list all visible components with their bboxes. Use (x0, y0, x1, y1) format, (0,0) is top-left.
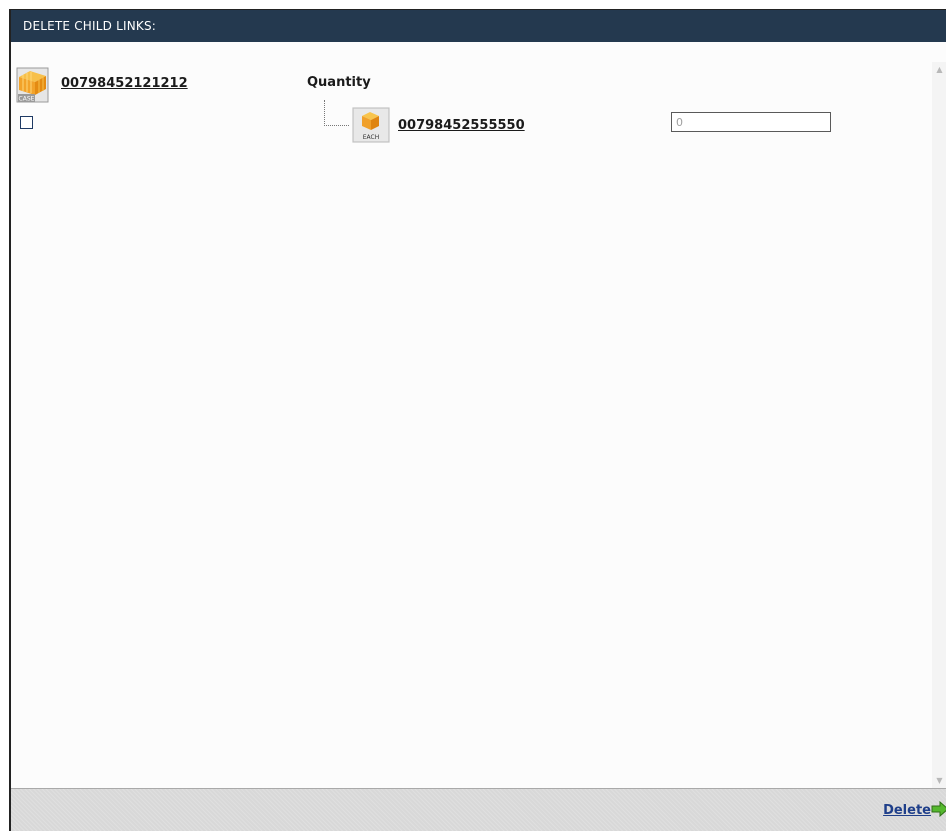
delete-child-links-panel: DELETE CHILD LINKS: CASE 00798452121212 … (9, 9, 946, 831)
parent-select-checkbox[interactable] (20, 116, 33, 129)
green-arrow-right-icon[interactable] (931, 801, 946, 817)
vertical-scrollbar[interactable]: ▲ ▼ (932, 62, 946, 789)
case-badge: CASE (19, 96, 35, 103)
each-badge: EACH (363, 134, 380, 141)
case-box-icon: CASE (16, 67, 49, 103)
scroll-up-icon[interactable]: ▲ (932, 62, 946, 78)
quantity-input[interactable] (671, 112, 831, 132)
each-box-icon: EACH (352, 107, 390, 143)
delete-button[interactable]: Delete (883, 803, 931, 818)
panel-content: CASE 00798452121212 Quantity EACH 007984… (11, 42, 946, 789)
parent-code-link[interactable]: 00798452121212 (61, 76, 188, 91)
panel-footer: Delete (11, 788, 946, 831)
scroll-down-icon[interactable]: ▼ (932, 773, 946, 789)
quantity-column-label: Quantity (307, 75, 371, 90)
panel-header: DELETE CHILD LINKS: (11, 10, 946, 42)
tree-connector (324, 100, 349, 126)
child-code-link[interactable]: 00798452555550 (398, 118, 525, 133)
